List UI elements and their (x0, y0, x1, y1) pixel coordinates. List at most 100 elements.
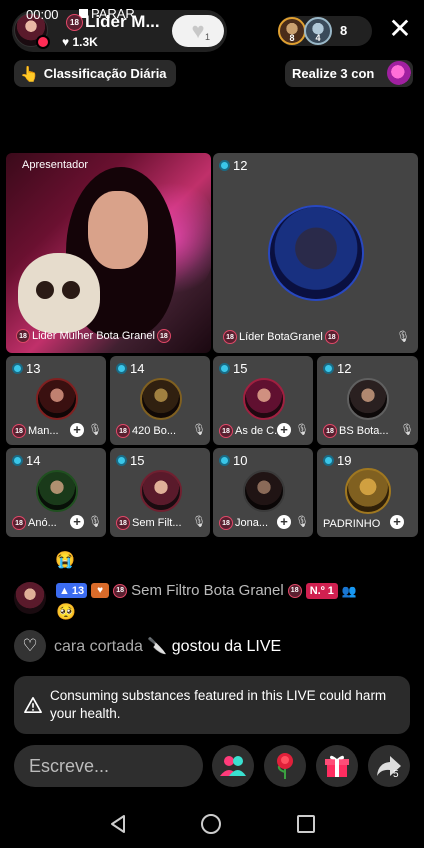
gift-button[interactable] (316, 745, 358, 787)
age-18-badge: 18 (323, 424, 337, 438)
top-viewers[interactable]: 8 4 8 (278, 16, 372, 46)
tile-name: PADRINHO (323, 518, 380, 530)
guest-name: 420 Bo... (132, 425, 177, 437)
guest-name: Anó... (28, 517, 57, 529)
guest-tile[interactable]: 15 18 Sem Filt... 🎙 (110, 448, 210, 537)
mic-muted-icon[interactable]: 🎙 (295, 515, 309, 529)
guest-tile[interactable]: 14 18 Anó... + 🎙 (6, 448, 106, 537)
age-18-badge: 18 (116, 516, 130, 530)
gift-count-icon (12, 363, 23, 374)
add-icon[interactable]: + (277, 515, 291, 529)
fan-club-badge: ♥ (91, 583, 110, 598)
age-18-badge: 18 (12, 516, 26, 530)
home-icon[interactable] (201, 814, 221, 834)
daily-ranking-label: Classificação Diária (43, 66, 167, 81)
gift-box-icon (325, 755, 349, 777)
like-notification: ♡ cara cortada 🔪 gostou da LIVE (14, 630, 281, 662)
close-icon[interactable]: ✕ (386, 15, 414, 44)
heart-outline-icon: ♡ (14, 630, 46, 662)
back-icon[interactable] (108, 814, 128, 834)
age-18-badge: 18 (324, 330, 339, 344)
gift-count-icon (323, 455, 334, 466)
add-icon[interactable]: + (70, 515, 84, 529)
system-nav-bar (0, 800, 424, 848)
guest-number-text: 14 (130, 361, 145, 376)
follow-heart-button[interactable]: ♥ 1 (172, 15, 224, 47)
recent-apps-icon[interactable] (297, 815, 315, 833)
add-icon[interactable]: + (277, 423, 291, 437)
multi-guest-button[interactable] (212, 745, 254, 787)
health-warning-banner: Consuming substances featured in this LI… (14, 676, 410, 734)
guest-number: 12 (323, 361, 351, 376)
task-chip[interactable]: Realize 3 con (285, 60, 413, 87)
guest-avatar (268, 205, 364, 301)
viewer-avatar[interactable]: 8 (278, 17, 306, 45)
guest-tile-large[interactable]: 12 18 Líder BotaGranel 18 🎙 (213, 153, 418, 353)
tile-name: 18 Jona... (219, 516, 268, 530)
tile-name: 18 Sem Filt... (116, 516, 182, 530)
hand-icon: 👆 (20, 65, 39, 83)
tile-name: 18 Líder BotaGranel 18 (223, 330, 339, 344)
mic-muted-icon[interactable]: 🎙 (400, 423, 414, 437)
guest-avatar (243, 378, 285, 420)
tile-name: 18 As de C... (219, 424, 283, 438)
comment-input[interactable]: Escreve... (14, 745, 203, 787)
chat-user-line: ▲ 13 ♥ 18 Sem Filtro Bota Granel 18 N.º 1… (56, 582, 357, 599)
chat-message: 😭 (55, 552, 75, 569)
gift-count-icon (116, 363, 127, 374)
warning-icon (24, 696, 42, 714)
chat-username[interactable]: Sem Filtro Bota Granel (131, 582, 284, 599)
warning-text: Consuming substances featured in this LI… (50, 688, 387, 721)
age-18-badge: 18 (287, 583, 302, 598)
mic-muted-icon[interactable]: 🎙 (396, 330, 410, 344)
like-action: gostou da LIVE (171, 638, 282, 655)
mic-muted-icon[interactable]: 🎙 (295, 423, 309, 437)
guest-avatar (36, 378, 78, 420)
guest-number: 19 (323, 453, 351, 468)
add-icon[interactable]: + (390, 515, 404, 529)
add-icon[interactable]: + (70, 423, 84, 437)
rose-gift-button[interactable] (264, 745, 306, 787)
guest-number-text: 13 (26, 361, 41, 376)
mic-muted-icon[interactable]: 🎙 (192, 423, 206, 437)
task-label: Realize 3 con (292, 66, 375, 81)
age-18-badge: 18 (113, 583, 128, 598)
viewer-avatar[interactable]: 4 (304, 17, 332, 45)
guest-tile[interactable]: 19 PADRINHO + (317, 448, 418, 537)
guest-name: As de C... (235, 425, 284, 437)
guest-tile[interactable]: 12 18 BS Bota... 🎙 (317, 356, 418, 445)
share-button[interactable] (368, 745, 410, 787)
mic-muted-icon[interactable]: 🎙 (192, 515, 206, 529)
mic-muted-icon[interactable]: 🎙 (88, 515, 102, 529)
chat-avatar[interactable] (14, 582, 46, 614)
guest-number: 14 (12, 453, 40, 468)
guest-number-text: 15 (130, 453, 145, 468)
guest-avatar (347, 378, 389, 420)
guest-number-text: 14 (26, 453, 41, 468)
guest-tile[interactable]: 10 18 Jona... + 🎙 (213, 448, 313, 537)
guest-name: BS Bota... (339, 425, 389, 437)
live-indicator-icon (36, 35, 50, 49)
chat-text: 🥺 (56, 604, 76, 621)
guest-tile[interactable]: 15 18 As de C... + 🎙 (213, 356, 313, 445)
host-video-tile[interactable]: Apresentador 18 Lider Mulher Bota Granel… (6, 153, 211, 353)
tile-name: 18 Lider Mulher Bota Granel 18 (16, 329, 171, 343)
host-name[interactable]: 18 Lider M... (66, 12, 160, 32)
guest-number-text: 10 (233, 453, 248, 468)
guest-avatar (140, 470, 182, 512)
guests-icon (220, 756, 246, 776)
mic-muted-icon[interactable]: 🎙 (88, 423, 102, 437)
age-18-badge: 18 (12, 424, 26, 438)
gift-count-icon (323, 363, 334, 374)
guest-tile[interactable]: 14 18 420 Bo... 🎙 (110, 356, 210, 445)
like-text: cara cortada 🔪 gostou da LIVE (54, 636, 281, 656)
host-tile-name: Lider Mulher Bota Granel (32, 330, 155, 342)
viewer-count: 8 (340, 23, 348, 38)
tile-name: 18 Man... (12, 424, 59, 438)
daily-ranking-chip[interactable]: 👆 Classificação Diária (14, 60, 176, 87)
like-user: cara cortada 🔪 (54, 638, 168, 655)
tile-name: 18 420 Bo... (116, 424, 176, 438)
share-count: 5 (393, 769, 399, 780)
host-likes: ♥ 1.3K (62, 35, 98, 49)
guest-tile[interactable]: 13 18 Man... + 🎙 (6, 356, 106, 445)
